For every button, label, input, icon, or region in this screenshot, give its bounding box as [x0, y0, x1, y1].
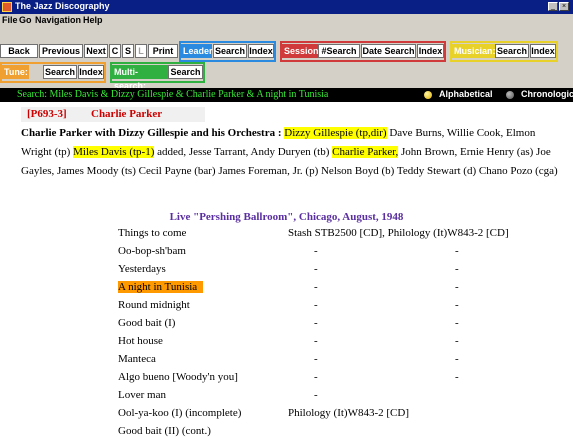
menu-bar: File Go Navigation Help	[0, 14, 573, 26]
track-issue: -	[314, 263, 318, 275]
personnel-segment: Charlie Parker,	[332, 146, 399, 158]
track-title[interactable]: Good bait (I)	[118, 317, 175, 329]
musician-index-button[interactable]: Index	[530, 44, 556, 58]
musician-search-button[interactable]: Search	[495, 44, 529, 58]
l-button[interactable]: L	[135, 44, 147, 58]
chronological-label[interactable]: Chronological	[521, 89, 573, 99]
track-title[interactable]: Oo-bop-sh'bam	[118, 245, 186, 257]
next-button[interactable]: Next	[84, 44, 108, 58]
leader-index-button[interactable]: Index	[248, 44, 274, 58]
session-index-button[interactable]: Index	[417, 44, 444, 58]
track-title[interactable]: Good bait (II) (cont.)	[118, 425, 211, 437]
session-label: Session:	[282, 44, 322, 58]
track-title[interactable]: Round midnight	[118, 299, 190, 311]
track-issue-2: -	[455, 245, 459, 257]
leader-name[interactable]: Charlie Parker	[91, 108, 162, 120]
search-query-text: Search: Miles Davis & Dizzy Gillespie & …	[17, 89, 329, 100]
c-button[interactable]: C	[109, 44, 121, 58]
tune-index-button[interactable]: Index	[78, 65, 104, 79]
print-button[interactable]: Print	[148, 44, 178, 58]
personnel-paragraph: Charlie Parker with Dizzy Gillespie and …	[21, 124, 566, 181]
track-issue-2: -	[455, 299, 459, 311]
musician-label: Musician:	[452, 44, 496, 58]
track-title[interactable]: Hot house	[118, 335, 163, 347]
alphabetical-radio[interactable]	[424, 91, 432, 99]
chronological-radio[interactable]	[506, 91, 514, 99]
track-issue: -	[314, 335, 318, 347]
menu-go[interactable]: Go	[19, 15, 32, 25]
session-location: Live "Pershing Ballroom", Chicago, Augus…	[169, 211, 404, 223]
track-issue: -	[314, 371, 318, 383]
search-status-bar: Search: Miles Davis & Dizzy Gillespie & …	[0, 88, 573, 102]
menu-file[interactable]: File	[2, 15, 18, 25]
track-issue-2: -	[455, 335, 459, 347]
window-title: The Jazz Discography	[15, 1, 110, 11]
track-issue-2: -	[455, 281, 459, 293]
menu-help[interactable]: Help	[83, 15, 103, 25]
close-icon[interactable]: ×	[559, 2, 569, 11]
track-title[interactable]: Things to come	[118, 227, 186, 239]
track-title[interactable]: Manteca	[118, 353, 156, 365]
back-button[interactable]: Back	[0, 44, 38, 58]
previous-button[interactable]: Previous	[39, 44, 83, 58]
session-id: [P693-3]	[27, 108, 67, 120]
menu-navigation[interactable]: Navigation	[35, 15, 81, 25]
minimize-icon[interactable]: _	[548, 2, 558, 11]
session-date-search-button[interactable]: Date Search	[361, 44, 416, 58]
multi-search-button[interactable]: Search	[168, 65, 203, 79]
track-title[interactable]: Lover man	[118, 389, 166, 401]
result-header-tab: [P693-3] Charlie Parker	[21, 107, 205, 122]
track-title[interactable]: Ool-ya-koo (I) (incomplete)	[118, 407, 241, 419]
tune-label: Tune:	[2, 65, 29, 79]
title-bar: The Jazz Discography _ ×	[0, 0, 573, 14]
track-issue-2: -	[455, 371, 459, 383]
session-number-search-button[interactable]: #Search	[318, 44, 360, 58]
personnel-segment: added, Jesse Tarrant, Andy Duryen (tb)	[154, 146, 333, 158]
track-issue: -	[314, 281, 318, 293]
leader-label: Leader:	[181, 44, 216, 58]
discography-content: [P693-3] Charlie Parker Charlie Parker w…	[0, 102, 573, 437]
track-issue-2: -	[455, 317, 459, 329]
leader-search-button[interactable]: Search	[213, 44, 247, 58]
toolbar: Back Previous Next C S L Print Leader: S…	[0, 26, 573, 91]
multi-search-label: Multi-search:	[112, 65, 168, 91]
app-icon	[2, 2, 12, 12]
track-issue: Stash STB2500 [CD], Philology (It)W843-2…	[288, 227, 509, 239]
track-issue: -	[314, 353, 318, 365]
track-title[interactable]: Yesterdays	[118, 263, 166, 275]
track-issue: Philology (It)W843-2 [CD]	[288, 407, 409, 419]
track-issue: -	[314, 317, 318, 329]
personnel-segment: Dizzy Gillespie (tp,dir)	[284, 127, 387, 139]
track-issue-2: -	[455, 263, 459, 275]
track-issue: -	[314, 299, 318, 311]
track-issue-2: -	[455, 353, 459, 365]
track-issue: -	[314, 389, 318, 401]
s-button[interactable]: S	[122, 44, 134, 58]
band-name: Charlie Parker with Dizzy Gillespie and …	[21, 127, 285, 139]
track-title[interactable]: Algo bueno [Woody'n you]	[118, 371, 238, 383]
track-title[interactable]: A night in Tunisia	[118, 281, 204, 293]
personnel-segment: Miles Davis (tp-1)	[73, 146, 155, 158]
tune-search-button[interactable]: Search	[43, 65, 77, 79]
alphabetical-label[interactable]: Alphabetical	[439, 89, 493, 99]
track-issue: -	[314, 245, 318, 257]
